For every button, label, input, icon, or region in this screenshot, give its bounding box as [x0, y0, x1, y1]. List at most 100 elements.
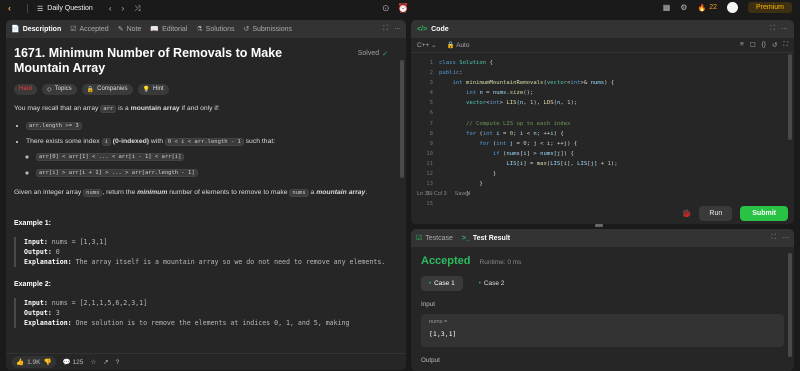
next-problem-icon[interactable]: ›: [121, 4, 124, 14]
value: 0: [51, 248, 60, 256]
solved-label: Solved: [357, 50, 380, 57]
tab-accepted[interactable]: ☑ Accepted: [70, 25, 108, 34]
line-number: 7: [429, 120, 433, 127]
tab-test-result[interactable]: >_ Test Result: [462, 235, 510, 242]
submit-button[interactable]: Submit: [740, 206, 788, 221]
autocomplete-mode[interactable]: 🔒 Auto: [447, 41, 470, 49]
panel-resize-handle[interactable]: [595, 224, 603, 227]
problem-list-title: Daily Question: [47, 5, 93, 12]
bulb-icon: 💡: [142, 87, 150, 93]
bookmark-icon[interactable]: ☐: [750, 41, 756, 49]
value: The array itself is a mountain array so …: [71, 258, 386, 266]
mode-label: Auto: [456, 42, 470, 49]
braces-icon[interactable]: {}: [762, 41, 766, 49]
more-icon[interactable]: ⋯: [781, 25, 788, 33]
tab-label: Testcase: [425, 234, 453, 242]
emphasis-text: mountain array: [316, 189, 366, 196]
tag-label: Companies: [97, 86, 128, 92]
inline-code: arr[0] < arr[1] < ... < arr[i - 1] < arr…: [36, 153, 185, 161]
list-item: There exists some index i (0-indexed) wi…: [26, 136, 398, 179]
line-number: 12: [426, 171, 433, 178]
line-number: 11: [426, 160, 433, 167]
settings-icon[interactable]: ⚙: [680, 3, 687, 12]
test-result: Accepted Runtime: 0 ms • Case 1 • Case 2 I…: [411, 247, 794, 371]
description-tabbar: 📄 Description ☑ Accepted ✎ Note 📖 Editorial …: [6, 20, 406, 38]
comment-icon: 💬: [62, 359, 71, 366]
tab-testcase[interactable]: ☑ Testcase: [416, 234, 453, 243]
star-icon[interactable]: ☆: [90, 358, 96, 366]
case-1-tab[interactable]: • Case 1: [421, 276, 463, 291]
tab-label: Test Result: [472, 234, 511, 242]
tab-note[interactable]: ✎ Note: [117, 25, 142, 34]
history-icon: ↺: [243, 26, 250, 33]
code-editor[interactable]: 1 2 3 4 5 6 7 8 9 10 11 12 13 14 15 class Solution { p…: [411, 53, 794, 209]
prev-problem-icon[interactable]: ‹: [109, 4, 112, 14]
scrollbar[interactable]: [400, 60, 404, 178]
tab-submissions[interactable]: ↺ Submissions: [243, 25, 292, 34]
tab-editorial[interactable]: 📖 Editorial: [150, 25, 188, 34]
bold-text: mountain array: [130, 105, 180, 112]
list-icon: ☰: [37, 5, 44, 13]
more-icon[interactable]: ⋯: [394, 25, 401, 33]
fire-icon: 🔥: [697, 4, 707, 12]
leetcode-logo-icon[interactable]: ‹: [8, 3, 18, 14]
case-2-tab[interactable]: • Case 2: [471, 276, 513, 291]
streak-counter[interactable]: 🔥 22: [697, 4, 717, 12]
case-label: Case 2: [483, 280, 505, 287]
note-icon: ✎: [117, 26, 124, 33]
editor-scrollbar[interactable]: [788, 54, 792, 140]
like-button[interactable]: 👍 1.9K 👎: [12, 356, 56, 368]
label: Output:: [24, 309, 52, 317]
emphasis-text: minimum: [137, 189, 168, 196]
difficulty-badge[interactable]: Hard: [14, 84, 38, 95]
tab-label: Note: [126, 25, 142, 33]
maximize-icon[interactable]: ⛶: [770, 25, 775, 33]
thumbs-down-icon[interactable]: 👎: [43, 358, 51, 366]
share-icon[interactable]: ↗: [103, 358, 108, 366]
text: with: [149, 138, 165, 145]
variable-value: [1,3,1]: [429, 330, 457, 338]
run-button[interactable]: Run: [699, 206, 733, 221]
comment-count: 125: [72, 359, 84, 366]
align-icon[interactable]: ≡: [740, 41, 744, 49]
text: Given an integer array: [14, 189, 84, 196]
inline-code: nums: [289, 189, 309, 197]
input-label: Input: [421, 301, 436, 308]
test-tabbar: ☑ Testcase >_ Test Result ⛶ ⋯: [411, 229, 794, 247]
value: nums = [1,3,1]: [47, 238, 108, 246]
solved-badge: Solved ✓: [358, 50, 388, 58]
expand-icon[interactable]: ⛶: [783, 41, 788, 49]
language-select[interactable]: C++ ⌄: [417, 41, 437, 49]
test-scrollbar[interactable]: [788, 253, 792, 357]
reset-icon[interactable]: ↺: [772, 41, 777, 49]
tag-row: Hard ◇ Topics 🔒 Companies 💡 Hint: [14, 84, 398, 95]
lock-icon: 🔒: [86, 87, 95, 93]
divider: [27, 4, 28, 13]
more-icon[interactable]: ⋯: [782, 234, 789, 242]
maximize-icon[interactable]: ⛶: [771, 234, 776, 242]
tab-label: Editorial: [162, 25, 188, 33]
code-lines[interactable]: class Solution { public: int minimumMoun…: [439, 58, 618, 209]
case-label: Case 1: [434, 280, 455, 287]
hint-tag[interactable]: 💡 Hint: [137, 84, 169, 95]
maximize-icon[interactable]: ⛶: [383, 25, 388, 33]
inline-code: 0 < i < arr.length - 1: [164, 138, 244, 146]
list-item: arr.length >= 3: [26, 120, 398, 132]
debug-icon[interactable]: ⊙: [382, 3, 390, 14]
topics-tag[interactable]: ◇ Topics: [42, 84, 77, 95]
timer-icon[interactable]: ⏰: [398, 3, 409, 14]
inline-code: i: [101, 138, 111, 146]
layout-icon[interactable]: ▦: [663, 3, 671, 12]
tab-description[interactable]: 📄 Description: [11, 25, 61, 34]
help-icon[interactable]: ?: [116, 359, 120, 366]
shuffle-icon[interactable]: ⤨: [134, 4, 140, 14]
avatar[interactable]: [726, 2, 738, 13]
action-bar: 🐞 Run Submit: [681, 206, 788, 221]
output-label: Output: [421, 357, 440, 364]
comment-button[interactable]: 💬 125: [63, 358, 84, 366]
problem-list-button[interactable]: ☰ Daily Question: [37, 5, 93, 13]
tab-solutions[interactable]: ⚗ Solutions: [196, 25, 234, 34]
debugger-icon[interactable]: 🐞: [681, 209, 691, 218]
premium-button[interactable]: Premium: [747, 2, 792, 13]
companies-tag[interactable]: 🔒 Companies: [81, 84, 133, 95]
